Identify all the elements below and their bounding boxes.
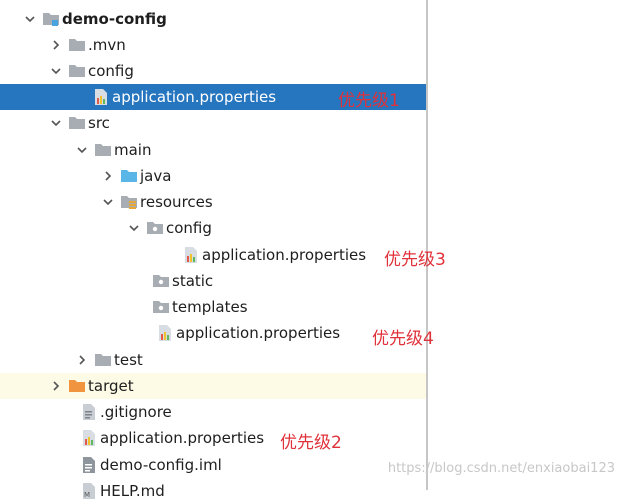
chevron-right-icon[interactable] xyxy=(48,378,64,394)
source-folder-icon xyxy=(120,167,138,185)
tree-row-config[interactable]: config xyxy=(0,58,426,84)
tree-row-test[interactable]: test xyxy=(0,347,426,373)
tree-row-gitignore[interactable]: .gitignore xyxy=(0,399,426,425)
folder-icon xyxy=(68,62,86,80)
tree-row-main[interactable]: main xyxy=(0,137,426,163)
tree-row-label: application.properties xyxy=(202,246,367,264)
tree-row-resources-config-application-properties[interactable]: application.properties xyxy=(0,242,426,268)
tree-row-resources[interactable]: resources xyxy=(0,189,426,215)
excluded-folder-icon xyxy=(68,377,86,395)
watermark: https://blog.csdn.net/enxiaobai123 xyxy=(387,461,615,476)
chevron-down-icon[interactable] xyxy=(100,194,116,210)
tree-row-label: .gitignore xyxy=(100,403,172,421)
tree-row-resources-config[interactable]: config xyxy=(0,215,426,241)
tree-row-src[interactable]: src xyxy=(0,110,426,136)
properties-file-icon xyxy=(156,324,174,342)
chevron-right-icon[interactable] xyxy=(100,168,116,184)
priority-annotation-3: 优先级3 xyxy=(384,250,446,270)
tree-row-target[interactable]: target xyxy=(0,373,426,399)
chevron-right-icon[interactable] xyxy=(48,37,64,53)
tree-row-label: .mvn xyxy=(88,36,126,54)
editor-gutter xyxy=(428,0,623,490)
chevron-right-icon[interactable] xyxy=(74,352,90,368)
chevron-down-icon[interactable] xyxy=(48,63,64,79)
chevron-down-icon[interactable] xyxy=(126,220,142,236)
tree-row-templates[interactable]: templates xyxy=(0,294,426,320)
svg-text:M: M xyxy=(84,491,90,499)
tree-row-label: test xyxy=(114,351,143,369)
tree-row-label: application.properties xyxy=(176,324,341,342)
tree-row-iml[interactable]: demo-config.iml xyxy=(0,452,426,478)
priority-annotation-4: 优先级4 xyxy=(372,329,434,349)
folder-icon xyxy=(94,141,112,159)
folder-icon xyxy=(94,351,112,369)
tree-row-label: application.properties xyxy=(100,429,265,447)
tree-row-root-application-properties[interactable]: application.properties xyxy=(0,425,426,451)
tree-row-label: config xyxy=(166,219,212,237)
tree-row-label: HELP.md xyxy=(100,482,165,500)
tree-row-mvn[interactable]: .mvn xyxy=(0,32,426,58)
tree-row-demo-config[interactable]: demo-config xyxy=(0,6,426,32)
properties-file-icon xyxy=(80,429,98,447)
tree-row-resources-application-properties[interactable]: application.properties xyxy=(0,320,426,346)
priority-annotation-2: 优先级2 xyxy=(280,433,342,453)
tree-row-label: java xyxy=(140,167,172,185)
tree-row-static[interactable]: static xyxy=(0,268,426,294)
chevron-down-icon[interactable] xyxy=(22,11,38,27)
iml-file-icon xyxy=(80,456,98,474)
tree-row-label: resources xyxy=(140,193,213,211)
tree-row-label: src xyxy=(88,114,110,132)
tree-row-label: main xyxy=(114,141,152,159)
package-folder-icon xyxy=(146,219,164,237)
tree-row-label: target xyxy=(88,377,134,395)
text-file-icon xyxy=(80,403,98,421)
markdown-file-icon: M xyxy=(80,482,98,500)
package-folder-icon xyxy=(152,272,170,290)
tree-row-label: application.properties xyxy=(112,88,277,106)
properties-file-icon xyxy=(182,246,200,264)
package-folder-icon xyxy=(152,298,170,316)
tree-row-java[interactable]: java xyxy=(0,163,426,189)
chevron-down-icon[interactable] xyxy=(48,115,64,131)
tree-row-label: demo-config.iml xyxy=(100,456,222,474)
resources-folder-icon xyxy=(120,193,138,211)
tree-row-label: demo-config xyxy=(62,10,167,28)
tree-row-label: templates xyxy=(172,298,248,316)
tree-row-help-md[interactable]: M HELP.md xyxy=(0,478,426,504)
properties-file-icon xyxy=(92,88,110,106)
priority-annotation-1: 优先级1 xyxy=(338,91,400,111)
chevron-down-icon[interactable] xyxy=(74,142,90,158)
folder-icon xyxy=(68,114,86,132)
tree-row-label: config xyxy=(88,62,134,80)
project-tree: demo-config .mvn config application.prop… xyxy=(0,0,426,500)
tree-row-label: static xyxy=(172,272,214,290)
folder-icon xyxy=(68,36,86,54)
module-folder-icon xyxy=(42,10,60,28)
